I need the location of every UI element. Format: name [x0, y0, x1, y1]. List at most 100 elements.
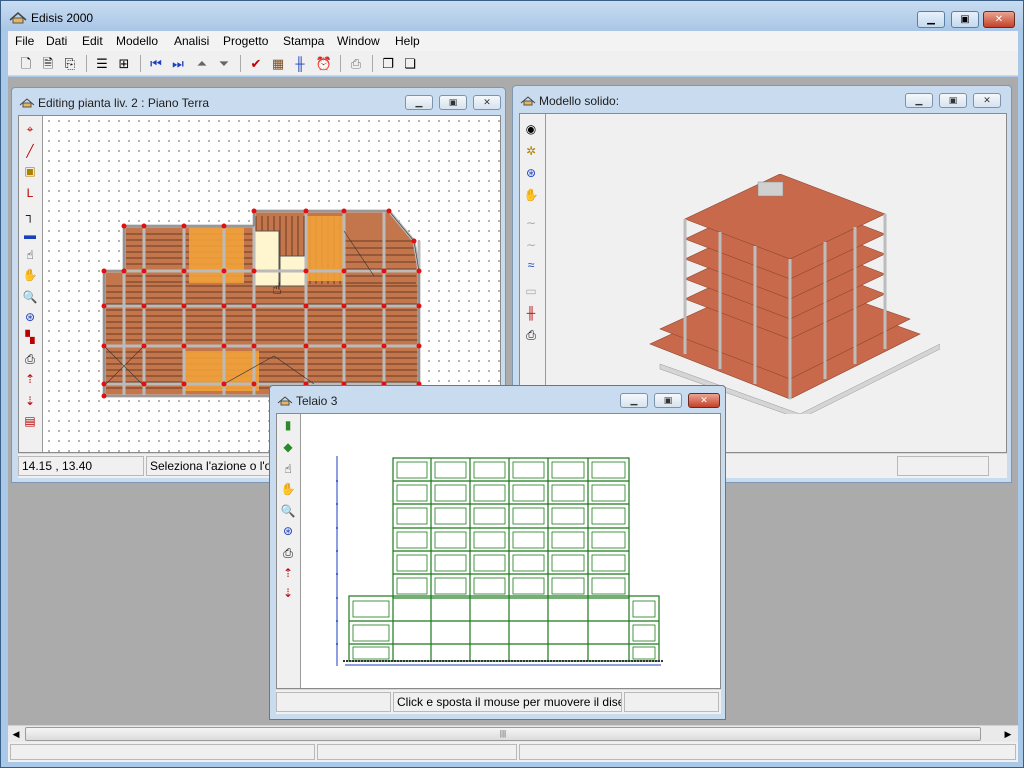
frame-statusbar: Click e sposta il mouse per muovere il d…	[276, 690, 721, 714]
pan-hand-icon[interactable]: ✋	[279, 480, 297, 498]
close-button[interactable]: ✕	[973, 93, 1001, 108]
solid-model-titlebar[interactable]: Modello solido: ▁ ▣ ✕	[513, 86, 1011, 112]
check-icon[interactable]: ✔	[246, 54, 266, 74]
copy-file-icon[interactable]: ⎘	[60, 54, 80, 74]
zoom-all-icon[interactable]: ⊛	[279, 522, 297, 540]
hand-select-icon[interactable]: ☝	[21, 246, 39, 264]
mdi-horizontal-scrollbar[interactable]: ◀ ||| ▶	[8, 725, 1018, 742]
plan-editor-titlebar[interactable]: Editing pianta liv. 2 : Piano Terra ▁ ▣ …	[12, 88, 505, 114]
wire-alt-icon[interactable]: ∼	[522, 236, 540, 254]
hand-cursor-icon: ☝	[272, 281, 282, 298]
app-logo-icon	[9, 12, 27, 24]
scroll-right-icon[interactable]: ▶	[1000, 727, 1016, 742]
print-icon[interactable]: ⎙	[279, 544, 297, 562]
menu-modello[interactable]: Modello	[116, 34, 158, 48]
first-level-icon[interactable]: ⏮	[146, 54, 166, 74]
zoom-all-icon[interactable]: ⊛	[522, 164, 540, 182]
level-down-icon[interactable]: ⇣	[21, 392, 39, 410]
minimize-button[interactable]: ▁	[405, 95, 433, 110]
solid-status-cell	[897, 456, 989, 476]
print-icon[interactable]: ⎙	[346, 54, 366, 74]
building-3d-model	[649, 174, 940, 414]
frame-view-icon[interactable]: ▮	[279, 416, 297, 434]
paste-icon[interactable]: ❏	[400, 54, 420, 74]
frame-elevation-drawing[interactable]	[333, 456, 673, 686]
frame-window: Telaio 3 ▁ ▣ ✕ ▮ ◆ ☝ ✋ 🔍 ⊛ ⎙ ⇡ ⇣ Click e…	[269, 385, 726, 720]
pan-hand-icon[interactable]: ✋	[21, 266, 39, 284]
minimize-button[interactable]: ▁	[905, 93, 933, 108]
frame-tools: ▮ ◆ ☝ ✋ 🔍 ⊛ ⎙ ⇡ ⇣	[277, 414, 301, 688]
maximize-button[interactable]: ▣	[951, 11, 979, 28]
app-title: Edisis 2000	[31, 11, 94, 25]
level-down-icon[interactable]: ⏷	[214, 54, 234, 74]
frame-status-right	[624, 692, 719, 712]
maximize-button[interactable]: ▣	[654, 393, 682, 408]
render-icon[interactable]: ✲	[522, 142, 540, 160]
window-icon	[19, 98, 35, 108]
plan-editor-title: Editing pianta liv. 2 : Piano Terra	[38, 96, 209, 110]
deform-icon[interactable]: ≈	[522, 256, 540, 274]
zoom-icon[interactable]: 🔍	[21, 288, 39, 306]
last-level-icon[interactable]: ⏭	[168, 54, 188, 74]
align-grid-icon[interactable]: ⊞	[114, 54, 134, 74]
print-icon[interactable]: ⎙	[21, 350, 39, 368]
toolbar-separator	[140, 55, 141, 72]
mdi-workspace: Editing pianta liv. 2 : Piano Terra ▁ ▣ …	[8, 77, 1018, 739]
hand-select-icon[interactable]: ☝	[279, 460, 297, 478]
align-left-icon[interactable]: ☰	[92, 54, 112, 74]
section-icon[interactable]: ▭	[522, 282, 540, 300]
node-tool-icon[interactable]: ⌖	[21, 120, 39, 138]
zoom-all-icon[interactable]: ⊛	[21, 308, 39, 326]
column-tool-icon[interactable]: ▣	[21, 162, 39, 180]
frame-status-left	[276, 692, 391, 712]
rotate-icon[interactable]: ◉	[522, 120, 540, 138]
copy-icon[interactable]: ❐	[378, 54, 398, 74]
close-button[interactable]: ✕	[983, 11, 1015, 28]
open-file-icon[interactable]: 🗎	[38, 54, 58, 74]
line-tool-icon[interactable]: ╱	[21, 142, 39, 160]
level-up-icon[interactable]: ⇡	[21, 370, 39, 388]
scrollbar-thumb[interactable]: |||	[25, 727, 981, 741]
pan-hand-icon[interactable]: ✋	[522, 186, 540, 204]
new-file-icon[interactable]: 🗋	[16, 54, 36, 74]
maximize-button[interactable]: ▣	[439, 95, 467, 110]
scroll-left-icon[interactable]: ◀	[8, 727, 24, 742]
menu-file[interactable]: File	[15, 34, 34, 48]
properties-icon[interactable]: ▤	[21, 412, 39, 430]
clock-icon[interactable]: ⏰	[314, 54, 334, 74]
app-status-cell-3	[519, 744, 1016, 760]
close-button[interactable]: ✕	[473, 95, 501, 110]
wall-tool-icon[interactable]: ┐	[21, 206, 39, 224]
frame-window-titlebar[interactable]: Telaio 3 ▁ ▣ ✕	[270, 386, 725, 412]
layers-icon[interactable]: ▚	[21, 328, 39, 346]
minimize-button[interactable]: ▁	[917, 11, 945, 28]
menu-analisi[interactable]: Analisi	[174, 34, 209, 48]
level-up-icon[interactable]: ⏶	[192, 54, 212, 74]
wire-icon[interactable]: ∼	[522, 214, 540, 232]
level-up-icon[interactable]: ⇡	[279, 564, 297, 582]
level-down-icon[interactable]: ⇣	[279, 584, 297, 602]
main-toolbar: 🗋 🗎 ⎘ ☰ ⊞ ⏮ ⏭ ⏶ ⏷ ✔ ▦ ╫ ⏰ ⎙ ❐ ❏	[8, 51, 1018, 76]
frame-status-message: Click e sposta il mouse per muovere il d…	[393, 692, 622, 712]
menu-stampa[interactable]: Stampa	[283, 34, 324, 48]
frame-solid-icon[interactable]: ◆	[279, 438, 297, 456]
zoom-icon[interactable]: 🔍	[279, 502, 297, 520]
menu-help[interactable]: Help	[395, 34, 420, 48]
window-icon	[520, 96, 536, 106]
menu-edit[interactable]: Edit	[82, 34, 103, 48]
menu-bar: File Dati Edit Modello Analisi Progetto …	[8, 31, 1018, 51]
menu-dati[interactable]: Dati	[46, 34, 67, 48]
slab-tool-icon[interactable]: ▬	[21, 226, 39, 244]
maximize-button[interactable]: ▣	[939, 93, 967, 108]
menu-progetto[interactable]: Progetto	[223, 34, 268, 48]
toolbar-separator	[340, 55, 341, 72]
frames-icon[interactable]: ╫	[290, 54, 310, 74]
close-button[interactable]: ✕	[688, 393, 720, 408]
beam-tool-icon[interactable]: L	[21, 184, 39, 202]
frames-icon[interactable]: ╫	[522, 304, 540, 322]
menu-window[interactable]: Window	[337, 34, 380, 48]
build-model-icon[interactable]: ▦	[268, 54, 288, 74]
minimize-button[interactable]: ▁	[620, 393, 648, 408]
toolbar-separator	[86, 55, 87, 72]
print-icon[interactable]: ⎙	[522, 326, 540, 344]
